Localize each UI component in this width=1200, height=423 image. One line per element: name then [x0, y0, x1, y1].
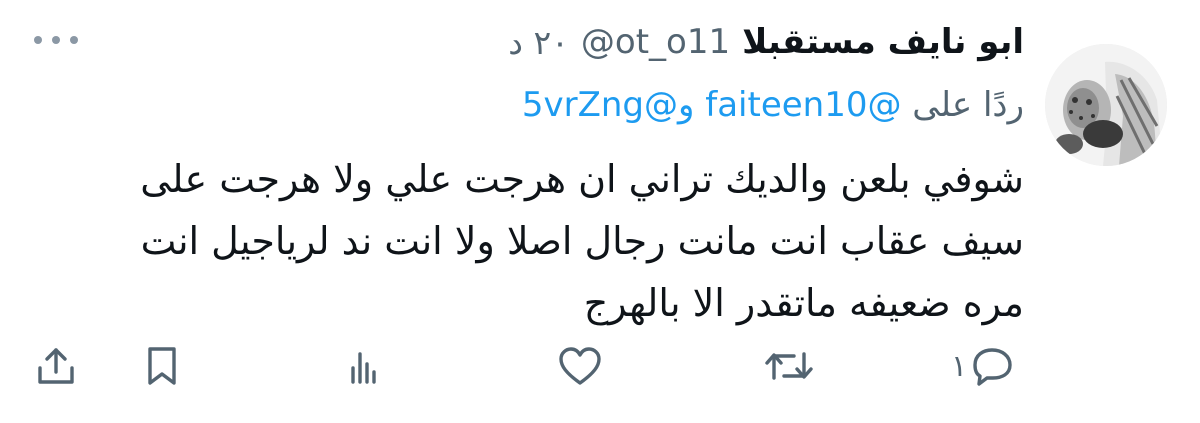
- reply-icon: [973, 348, 1012, 386]
- mention-conjunction: و: [678, 85, 695, 125]
- views-button[interactable]: [348, 342, 378, 390]
- share-button[interactable]: [34, 342, 78, 390]
- retweet-icon: [765, 352, 813, 380]
- share-icon: [38, 348, 74, 384]
- more-dots-icon: [34, 36, 78, 44]
- mention-faiteen10[interactable]: @faiteen10: [705, 85, 901, 125]
- tweet-text-line: سيف عقاب انت مانت رجال اصلا ولا انت ند ل…: [140, 219, 1024, 263]
- bookmark-button[interactable]: [144, 342, 180, 390]
- timestamp[interactable]: ٢٠ د: [508, 23, 569, 62]
- bookmark-icon: [148, 347, 176, 385]
- tweet-text-line: مره ضعيفه ماتقدر الا بالهرج: [583, 281, 1024, 325]
- like-button[interactable]: [556, 342, 604, 390]
- tweet-text: شوفي بلعن والديك تراني ان هرجت علي ولا ه…: [0, 148, 1024, 334]
- tweet-text-line: شوفي بلعن والديك تراني ان هرجت علي ولا ه…: [140, 157, 1024, 201]
- mention-5vrZng[interactable]: @5vrZng: [522, 85, 678, 125]
- retweet-button[interactable]: [762, 342, 816, 390]
- action-bar: ١: [0, 334, 1200, 398]
- reply-prefix: ردًا على: [912, 85, 1024, 125]
- tweet[interactable]: ابو نايف مستقبلا @ot_o11 ٢٠ د ردًا على @…: [0, 0, 1200, 423]
- tweet-header: ابو نايف مستقبلا @ot_o11 ٢٠ د: [508, 14, 1024, 70]
- avatar[interactable]: [1045, 44, 1167, 166]
- like-icon: [559, 347, 601, 385]
- avatar-image: [1045, 44, 1167, 166]
- reply-count: ١: [951, 348, 968, 384]
- reply-context: ردًا على @faiteen10 و@5vrZng: [522, 80, 1024, 130]
- reply-button[interactable]: ١: [945, 342, 1017, 390]
- author-name[interactable]: ابو نايف مستقبلا: [742, 22, 1024, 62]
- author-handle[interactable]: @ot_o11: [581, 22, 730, 62]
- views-icon: [351, 352, 376, 384]
- more-options-button[interactable]: [26, 22, 86, 58]
